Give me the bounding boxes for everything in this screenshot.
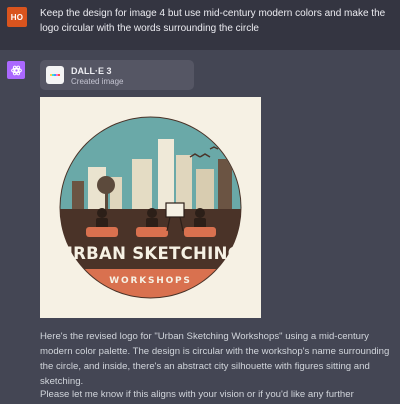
openai-logo-icon — [7, 61, 25, 79]
logo-illustration: URBAN SKETCHING WORKSHOPS — [59, 116, 242, 299]
assistant-reply-followup: Please let me know if this aligns with y… — [40, 389, 354, 400]
assistant-message: DALL·E 3 Created image URBAN SKETCHING W… — [0, 50, 400, 404]
dalle-tool-card[interactable]: DALL·E 3 Created image — [40, 60, 194, 90]
dalle-icon — [46, 66, 64, 84]
logo-subtitle: WORKSHOPS — [109, 276, 191, 286]
generated-image[interactable]: URBAN SKETCHING WORKSHOPS — [40, 97, 261, 318]
assistant-reply-paragraph: Here's the revised logo for "Urban Sketc… — [40, 331, 390, 387]
tool-subtitle: Created image — [71, 77, 124, 86]
user-message: HO Keep the design for image 4 but use m… — [0, 0, 400, 50]
logo-title: URBAN SKETCHING — [59, 244, 241, 263]
tool-name: DALL·E 3 — [71, 66, 112, 76]
user-avatar: HO — [7, 7, 27, 27]
user-message-text: Keep the design for image 4 but use mid-… — [40, 8, 386, 34]
